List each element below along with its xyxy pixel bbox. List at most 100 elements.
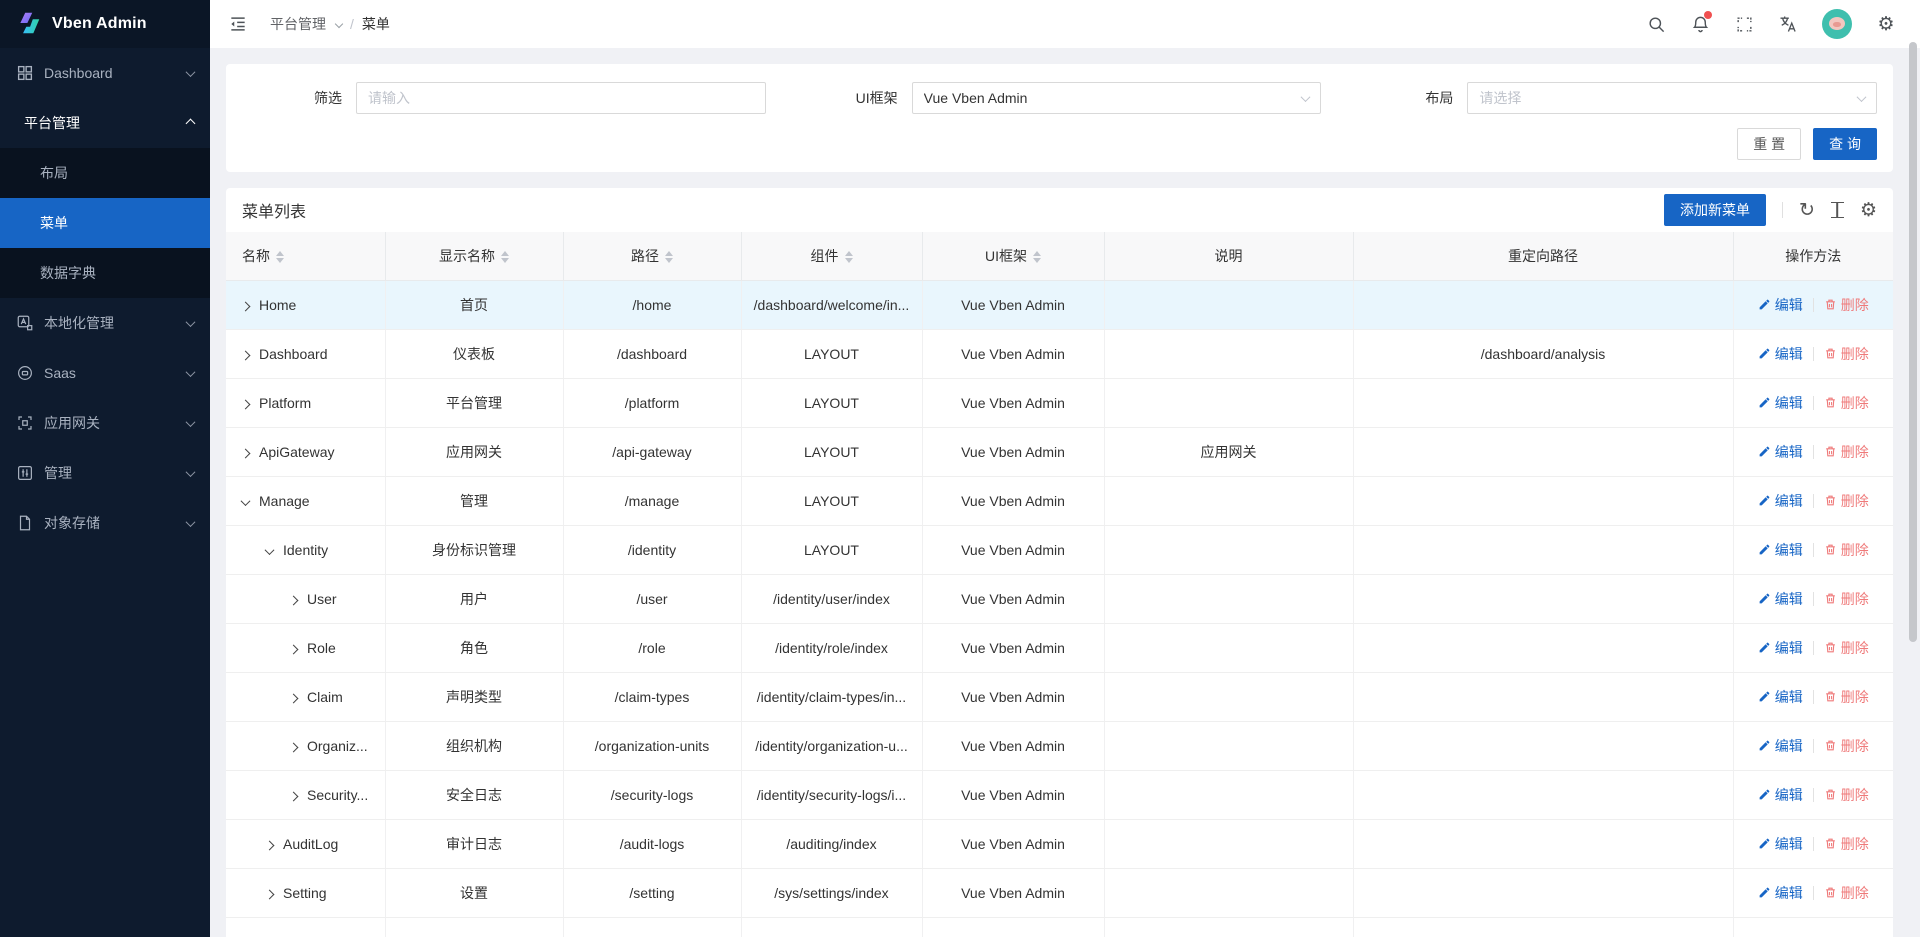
expand-row-chevron-icon[interactable] bbox=[265, 889, 275, 899]
edit-button[interactable]: 编辑 bbox=[1758, 442, 1803, 462]
page-scrollbar[interactable] bbox=[1909, 42, 1917, 642]
column-header[interactable]: 显示名称 bbox=[385, 232, 563, 280]
collapse-row-chevron-icon[interactable] bbox=[265, 545, 275, 555]
edit-button[interactable]: 编辑 bbox=[1758, 883, 1803, 903]
sidebar-item-localization[interactable]: 本地化管理 bbox=[0, 298, 210, 348]
filter-input-wrap bbox=[356, 82, 766, 114]
edit-button[interactable]: 编辑 bbox=[1758, 295, 1803, 315]
delete-button[interactable]: 删除 bbox=[1824, 736, 1869, 756]
sidebar-item-label: 应用网关 bbox=[44, 413, 100, 433]
table-settings-gear-icon[interactable]: ⚙ bbox=[1860, 201, 1877, 220]
expand-row-chevron-icon[interactable] bbox=[289, 644, 299, 654]
translate-icon[interactable] bbox=[1778, 14, 1798, 34]
delete-button[interactable]: 删除 bbox=[1824, 834, 1869, 854]
expand-row-chevron-icon[interactable] bbox=[265, 840, 275, 850]
row-height-icon[interactable] bbox=[1831, 202, 1844, 218]
expand-row-chevron-icon[interactable] bbox=[241, 301, 251, 311]
expand-row-chevron-icon[interactable] bbox=[289, 595, 299, 605]
delete-button[interactable]: 删除 bbox=[1824, 638, 1869, 658]
sidebar-item-dashboard[interactable]: Dashboard bbox=[0, 48, 210, 98]
edit-button[interactable]: 编辑 bbox=[1758, 491, 1803, 511]
sort-caret-icon[interactable] bbox=[1033, 251, 1041, 263]
settings-gear-icon[interactable]: ⚙ bbox=[1876, 14, 1896, 34]
reset-button[interactable]: 重 置 bbox=[1737, 128, 1801, 160]
expand-row-chevron-icon[interactable] bbox=[289, 742, 299, 752]
column-header[interactable]: 组件 bbox=[741, 232, 922, 280]
sort-caret-icon[interactable] bbox=[276, 251, 284, 263]
expand-row-chevron-icon[interactable] bbox=[241, 350, 251, 360]
expand-row-chevron-icon[interactable] bbox=[289, 791, 299, 801]
delete-button[interactable]: 删除 bbox=[1824, 393, 1869, 413]
layout-select[interactable]: 请选择 bbox=[1467, 82, 1877, 114]
delete-button[interactable]: 删除 bbox=[1824, 442, 1869, 462]
table-cell: /platform bbox=[563, 378, 741, 427]
table-row[interactable]: Claim声明类型/claim-types/identity/claim-typ… bbox=[226, 672, 1893, 721]
sidebar-item-saas[interactable]: Saas bbox=[0, 348, 210, 398]
delete-button[interactable]: 删除 bbox=[1824, 589, 1869, 609]
table-row[interactable]: Role角色/role/identity/role/indexVue Vben … bbox=[226, 623, 1893, 672]
app-logo[interactable]: Vben Admin bbox=[0, 0, 210, 48]
sort-caret-icon[interactable] bbox=[665, 251, 673, 263]
sidebar-item-api-gateway[interactable]: 应用网关 bbox=[0, 398, 210, 448]
table-cell: LAYOUT bbox=[741, 378, 922, 427]
edit-button[interactable]: 编辑 bbox=[1758, 785, 1803, 805]
expand-row-chevron-icon[interactable] bbox=[289, 693, 299, 703]
refresh-icon[interactable]: ↻ bbox=[1799, 201, 1815, 220]
fullscreen-icon[interactable] bbox=[1734, 14, 1754, 34]
table-row[interactable]: Security...安全日志/security-logs/identity/s… bbox=[226, 770, 1893, 819]
edit-button[interactable]: 编辑 bbox=[1758, 589, 1803, 609]
edit-button[interactable]: 编辑 bbox=[1758, 344, 1803, 364]
filter-input[interactable] bbox=[368, 90, 754, 106]
ui-framework-field: UI框架 Vue Vben Admin bbox=[798, 82, 1322, 114]
table-row[interactable]: AuditLog审计日志/audit-logs/auditing/indexVu… bbox=[226, 819, 1893, 868]
user-avatar[interactable] bbox=[1822, 9, 1852, 39]
table-cell bbox=[1733, 917, 1893, 937]
table-header-row: 名称显示名称路径组件UI框架说明重定向路径操作方法 bbox=[226, 232, 1893, 280]
delete-button[interactable]: 删除 bbox=[1824, 785, 1869, 805]
sidebar-item-layout[interactable]: 布局 bbox=[0, 148, 210, 198]
expand-row-chevron-icon[interactable] bbox=[241, 399, 251, 409]
table-row[interactable]: Manage管理/manageLAYOUTVue Vben Admin编辑删除 bbox=[226, 476, 1893, 525]
column-header[interactable]: UI框架 bbox=[922, 232, 1104, 280]
table-row[interactable]: ApiGateway应用网关/api-gatewayLAYOUTVue Vben… bbox=[226, 427, 1893, 476]
edit-button[interactable]: 编辑 bbox=[1758, 638, 1803, 658]
column-header[interactable]: 路径 bbox=[563, 232, 741, 280]
sidebar-item-menu[interactable]: 菜单 bbox=[0, 198, 210, 248]
table-row[interactable]: Organiz...组织机构/organization-units/identi… bbox=[226, 721, 1893, 770]
table-row[interactable]: Platform平台管理/platformLAYOUTVue Vben Admi… bbox=[226, 378, 1893, 427]
table-row[interactable]: Identity身份标识管理/identityLAYOUTVue Vben Ad… bbox=[226, 525, 1893, 574]
table-row[interactable]: Setting设置/setting/sys/settings/indexVue … bbox=[226, 868, 1893, 917]
edit-button[interactable]: 编辑 bbox=[1758, 393, 1803, 413]
edit-button[interactable]: 编辑 bbox=[1758, 736, 1803, 756]
delete-button[interactable]: 删除 bbox=[1824, 883, 1869, 903]
table-row[interactable]: Home首页/home/dashboard/welcome/in...Vue V… bbox=[226, 280, 1893, 329]
search-icon[interactable] bbox=[1646, 14, 1666, 34]
delete-button[interactable]: 删除 bbox=[1824, 344, 1869, 364]
sidebar-item-data-dictionary[interactable]: 数据字典 bbox=[0, 248, 210, 298]
delete-button[interactable]: 删除 bbox=[1824, 687, 1869, 707]
search-button[interactable]: 查 询 bbox=[1813, 128, 1877, 160]
edit-button[interactable]: 编辑 bbox=[1758, 540, 1803, 560]
edit-button[interactable]: 编辑 bbox=[1758, 834, 1803, 854]
sort-caret-icon[interactable] bbox=[845, 251, 853, 263]
ui-framework-select[interactable]: Vue Vben Admin bbox=[912, 82, 1322, 114]
layout-label: 布局 bbox=[1353, 88, 1453, 108]
column-header[interactable]: 名称 bbox=[226, 232, 385, 280]
sidebar-item-manage[interactable]: 管理 bbox=[0, 448, 210, 498]
table-cell: /sys/settings/index bbox=[741, 868, 922, 917]
collapse-row-chevron-icon[interactable] bbox=[241, 496, 251, 506]
sidebar-item-object-storage[interactable]: 对象存储 bbox=[0, 498, 210, 548]
delete-button[interactable]: 删除 bbox=[1824, 295, 1869, 315]
add-menu-button[interactable]: 添加新菜单 bbox=[1664, 194, 1766, 226]
sort-caret-icon[interactable] bbox=[501, 251, 509, 263]
edit-button[interactable]: 编辑 bbox=[1758, 687, 1803, 707]
table-row[interactable]: User用户/user/identity/user/indexVue Vben … bbox=[226, 574, 1893, 623]
delete-button[interactable]: 删除 bbox=[1824, 540, 1869, 560]
table-row[interactable]: Dashboard仪表板/dashboardLAYOUTVue Vben Adm… bbox=[226, 329, 1893, 378]
collapse-sidebar-icon[interactable] bbox=[228, 14, 248, 34]
expand-row-chevron-icon[interactable] bbox=[241, 448, 251, 458]
breadcrumb-item[interactable]: 平台管理 bbox=[270, 14, 326, 34]
delete-button[interactable]: 删除 bbox=[1824, 491, 1869, 511]
sidebar-item-platform-management[interactable]: 平台管理 bbox=[0, 98, 210, 148]
notification-bell-icon[interactable] bbox=[1690, 14, 1710, 34]
